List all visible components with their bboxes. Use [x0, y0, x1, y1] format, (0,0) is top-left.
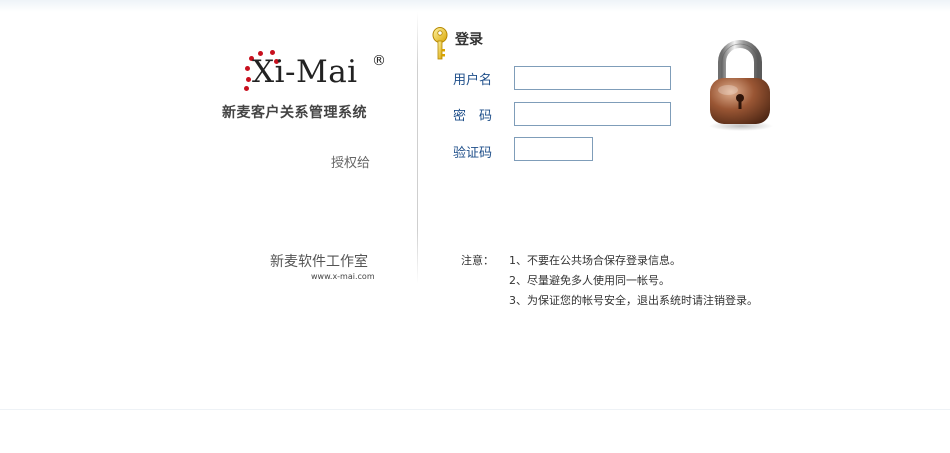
logo-dot — [244, 86, 249, 91]
notice-item: 1、不要在公共场合保存登录信息。 — [509, 254, 681, 267]
logo-text: Xi-Mai — [252, 54, 358, 90]
password-input[interactable] — [514, 102, 671, 126]
studio-url: www.x-mai.com — [311, 272, 375, 281]
footer-divider — [0, 409, 950, 410]
panel-divider — [417, 12, 418, 284]
username-label: 用户名 — [453, 73, 493, 88]
registered-mark: ® — [372, 53, 386, 69]
logo-dot — [245, 66, 250, 71]
captcha-input[interactable] — [514, 137, 593, 161]
notice-item: 3、为保证您的帐号安全，退出系统时请注销登录。 — [509, 294, 758, 307]
padlock-icon — [704, 38, 776, 132]
key-icon — [432, 27, 448, 61]
studio-name: 新麦软件工作室 — [270, 254, 368, 270]
notice-label: 注意： — [461, 254, 494, 267]
captcha-label: 验证码 — [453, 146, 493, 161]
top-strip — [0, 0, 950, 12]
ximai-logo: Xi-Mai ® — [244, 48, 394, 98]
login-title: 登录 — [455, 32, 483, 48]
app-name: 新麦客户关系管理系统 — [222, 105, 367, 121]
licensed-to-label: 授权给 — [331, 156, 371, 171]
notice-item: 2、尽量避免多人使用同一帐号。 — [509, 274, 670, 287]
password-label: 密 码 — [453, 109, 493, 124]
logo-dot — [246, 77, 251, 82]
username-input[interactable] — [514, 66, 671, 90]
